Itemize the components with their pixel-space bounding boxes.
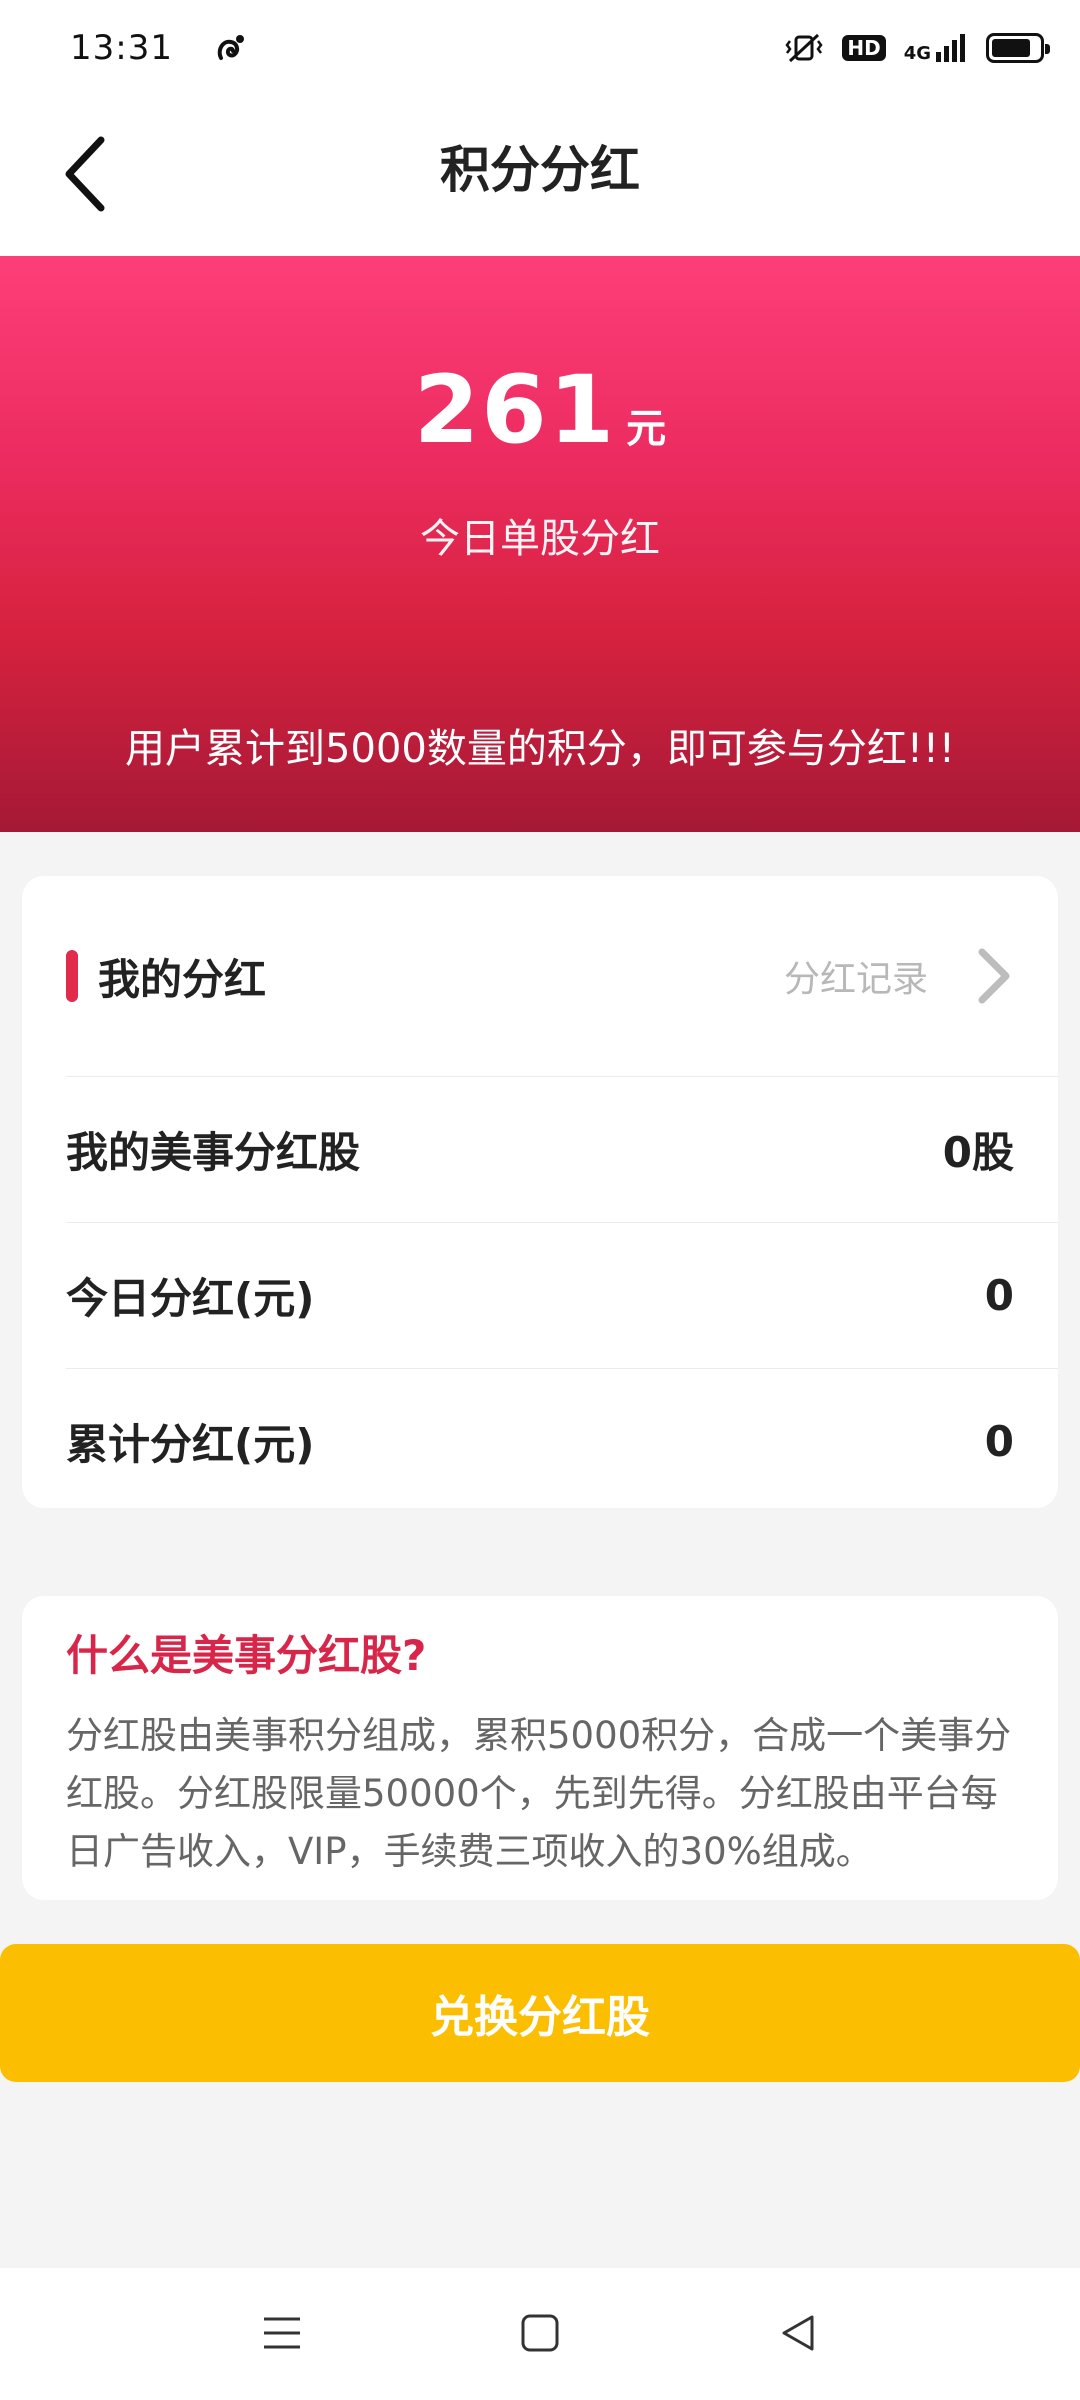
info-body: 分红股由美事积分组成，累积5000积分，合成一个美事分红股。分红股限量50000… — [66, 1714, 1012, 1873]
vibrate-icon — [785, 33, 823, 63]
network-type-label: 4G — [903, 43, 931, 64]
signal-bars-icon — [936, 34, 965, 62]
amount-unit: 元 — [626, 406, 667, 452]
hd-icon: HD — [842, 35, 886, 61]
home-button[interactable] — [500, 2298, 580, 2368]
participation-notice: 用户累计到5000数量的积分，即可参与分红!!! — [125, 726, 955, 772]
dividend-share-info-card: 什么是美事分红股? 分红股由美事积分组成，累积5000积分，合成一个美事分红股。… — [22, 1596, 1058, 1900]
menu-icon — [264, 2317, 300, 2349]
status-time: 13:31 — [70, 28, 173, 68]
row-label: 我的美事分红股 — [66, 1128, 361, 1177]
daily-dividend-label: 今日单股分红 — [420, 516, 660, 562]
today-dividend-row: 今日分红(元) 0 — [66, 1222, 1058, 1368]
system-nav-bar — [0, 2268, 1080, 2400]
info-title: 什么是美事分红股? — [66, 1631, 427, 1680]
dividend-record-link[interactable]: 分红记录 — [784, 946, 1014, 1006]
back-button[interactable] — [36, 126, 132, 222]
back-nav-button[interactable] — [758, 2298, 838, 2368]
row-label: 累计分红(元) — [66, 1420, 315, 1469]
daily-dividend-amount: 261 — [413, 356, 617, 465]
row-value: 0 — [984, 1271, 1014, 1320]
battery-icon — [986, 33, 1050, 63]
status-indicators: HD 4G — [784, 31, 1050, 65]
status-bar: 13:31 HD 4G — [0, 0, 1080, 96]
dividend-shares-row: 我的美事分红股 0股 — [66, 1076, 1058, 1222]
row-value: 0股 — [942, 1128, 1014, 1177]
section-accent-bar — [66, 950, 78, 1002]
row-label: 今日分红(元) — [66, 1274, 315, 1323]
hero-amount-row: 261 元 — [0, 356, 1080, 465]
title-bar: 积分分红 — [0, 96, 1080, 256]
dividend-record-label: 分红记录 — [783, 959, 928, 1000]
chevron-right-icon — [978, 948, 1010, 1004]
page-title: 积分分红 — [440, 141, 640, 199]
my-dividend-card: 我的分红 分红记录 我的美事分红股 0股 今日分红(元) 0 累计分红(元) 0 — [22, 876, 1058, 1508]
app-notification-icon — [217, 35, 244, 60]
exchange-dividend-share-button[interactable]: 兑换分红股 — [0, 1944, 1080, 2082]
home-icon — [521, 2314, 559, 2352]
row-value: 0 — [984, 1417, 1014, 1466]
dividend-hero-banner: 261 元 今日单股分红 用户累计到5000数量的积分，即可参与分红!!! — [0, 256, 1080, 832]
total-dividend-row: 累计分红(元) 0 — [66, 1368, 1058, 1514]
back-icon — [782, 2315, 814, 2351]
signal-icon: 4G — [904, 32, 968, 64]
my-dividend-header: 我的分红 分红记录 — [22, 876, 1058, 1076]
battery-level — [992, 39, 1030, 57]
my-dividend-title: 我的分红 — [98, 954, 267, 1004]
menu-button[interactable] — [242, 2298, 322, 2368]
chevron-left-icon — [65, 136, 105, 212]
